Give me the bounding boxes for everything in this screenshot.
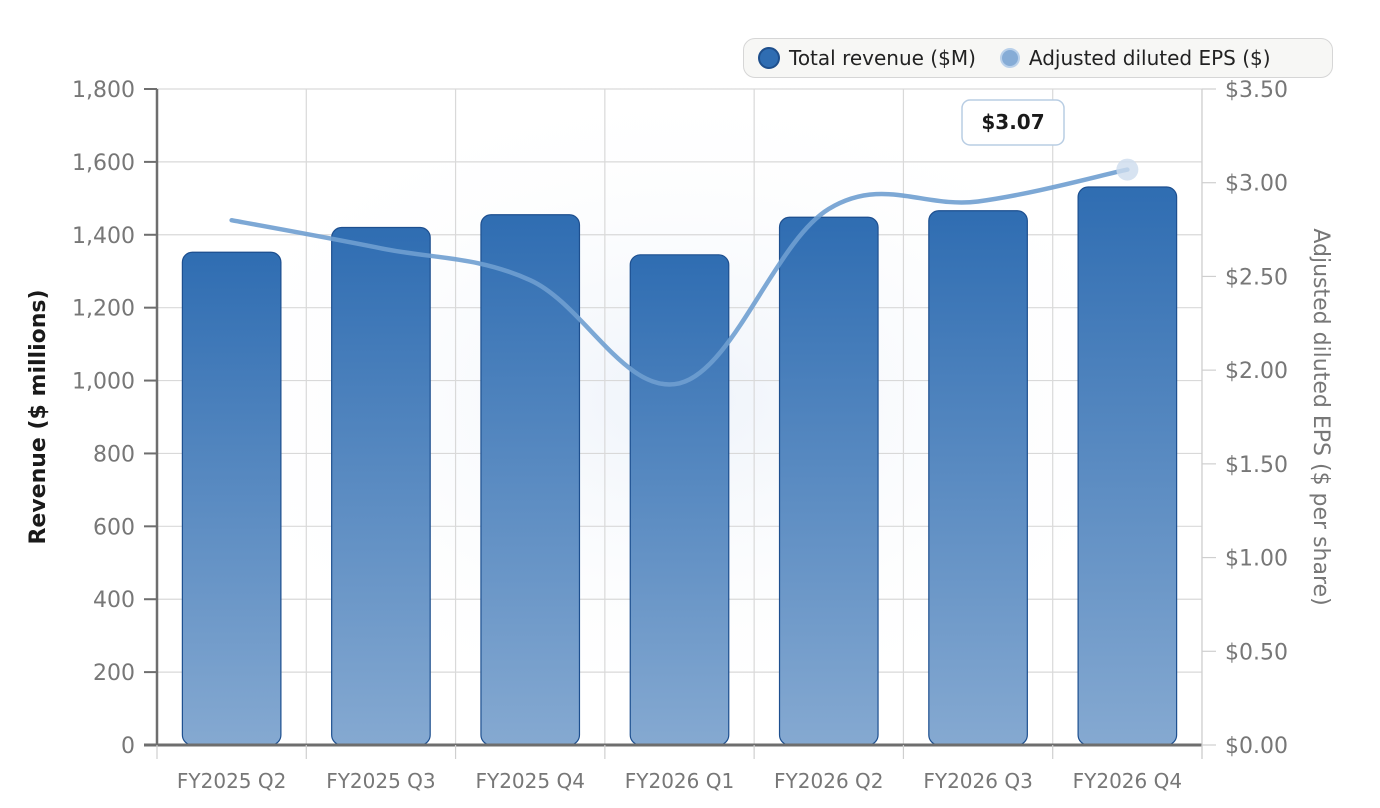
x-tick-label: FY2026 Q3 (923, 769, 1032, 793)
x-tick-label: FY2026 Q1 (625, 769, 734, 793)
legend: Total revenue ($M) Adjusted diluted EPS … (743, 38, 1333, 78)
revenue-bar (181, 251, 282, 746)
y-tick-label: 200 (93, 661, 135, 686)
legend-item-revenue[interactable]: Total revenue ($M) (758, 46, 976, 70)
revenue-bar (629, 254, 730, 746)
category-labels: FY2025 Q2 FY2025 Q3 FY2025 Q4 FY2026 Q1 FY20… (177, 769, 1182, 793)
x-tick-label: FY2025 Q4 (475, 769, 584, 793)
revenue-bar (480, 214, 581, 746)
y-tick-label: 1,000 (72, 370, 135, 395)
revenue-bar (778, 216, 879, 746)
y-tick-label: 0 (121, 734, 135, 759)
y2-axis-title: Adjusted diluted EPS ($ per share) (1308, 228, 1333, 605)
revenue-bars (181, 186, 1178, 746)
y-axis-title: Revenue ($ millions) (26, 289, 51, 544)
y2-tick-label: $1.50 (1225, 453, 1288, 478)
revenue-bar (928, 210, 1028, 746)
legend-swatch-revenue (758, 47, 780, 69)
legend-label-eps: Adjusted diluted EPS ($) (1028, 46, 1271, 70)
y-tick-label: 1,400 (72, 224, 135, 249)
x-tick-label: FY2026 Q4 (1073, 769, 1182, 793)
x-tick-label: FY2025 Q3 (326, 769, 435, 793)
y2-tick-label: $1.00 (1225, 547, 1288, 572)
y2-tick-label: $0.00 (1225, 734, 1288, 759)
y-tick-label: 1,800 (72, 78, 135, 103)
y2-tick-label: $3.00 (1225, 172, 1288, 197)
y2-tick-label: $0.50 (1225, 640, 1288, 665)
eps-point-highlight (1116, 158, 1139, 181)
eps-annotation: $3.07 (961, 99, 1065, 146)
right-tick-labels: $0.00 $0.50 $1.00 $1.50 $2.00 $2.50 $3.00 $3.50 (1225, 78, 1288, 759)
x-tick-label: FY2025 Q2 (177, 769, 286, 793)
y2-tick-label: $2.50 (1225, 265, 1288, 290)
legend-label-revenue: Total revenue ($M) (789, 46, 976, 70)
combo-chart: 0 200 400 600 800 1,000 1,200 1,400 1,600 1,800 $… (26, 70, 1333, 793)
y2-tick-label: $3.50 (1225, 78, 1288, 103)
revenue-bar (1077, 186, 1178, 746)
x-tick-label: FY2026 Q2 (774, 769, 883, 793)
revenue-bar (331, 226, 431, 746)
left-tick-labels: 0 200 400 600 800 1,000 1,200 1,400 1,600 1,800 (72, 78, 135, 759)
y-tick-label: 800 (93, 442, 135, 467)
y-tick-label: 1,600 (72, 151, 135, 176)
y-tick-label: 1,200 (72, 297, 135, 322)
legend-item-eps[interactable]: Adjusted diluted EPS ($) (999, 46, 1271, 70)
y2-tick-label: $2.00 (1225, 359, 1288, 384)
y-tick-label: 400 (93, 588, 135, 613)
legend-swatch-eps (999, 48, 1020, 68)
y-tick-label: 600 (93, 515, 135, 540)
annotation-label: $3.07 (981, 110, 1044, 134)
